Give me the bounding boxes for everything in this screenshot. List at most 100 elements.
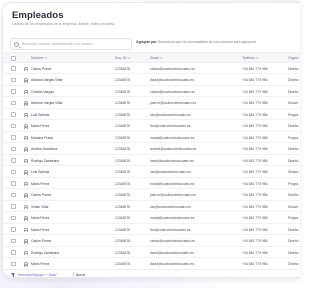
table-row[interactable]: Mario Perez 12345678 david@cuatrocientocua… [3, 259, 300, 270]
table-row[interactable]: Mario Perez 12345678 fior@cuatrocientocuat… [3, 121, 300, 132]
row-checkbox[interactable] [11, 204, 16, 209]
cell-name: Mario Perez [31, 216, 50, 221]
row-checkbox[interactable] [11, 112, 16, 117]
cell-phone: +34 681 770 956 [242, 204, 268, 209]
person-icon [23, 112, 29, 118]
cell-phone: +34 681 770 956 [242, 181, 268, 186]
cell-name: Carlos Ponce [31, 239, 52, 244]
cell-name: Luis Salinas [31, 170, 50, 175]
row-checkbox[interactable] [11, 215, 16, 220]
cell-org: Diseño [288, 78, 299, 83]
row-checkbox[interactable] [11, 250, 16, 255]
cell-doc-id: 12345678 [115, 78, 131, 83]
table-row[interactable]: Mario Perez 12345678 maria@cuatrocientocua… [3, 213, 300, 224]
cell-doc-id: 12345678 [115, 147, 131, 152]
table-row[interactable]: Rodrigo Zambrano 12345678 david@cuatrocien… [3, 155, 300, 166]
table-row[interactable]: Vivian Villar 12345678 luis@cuatrocientocu… [3, 201, 300, 212]
column-header-org[interactable]: Organi [288, 56, 299, 60]
cell-org: Progra. [288, 135, 300, 140]
cell-email: luis@cuatrocientocuatro.es [150, 112, 191, 117]
cell-phone: +34 681 770 956 [242, 170, 268, 175]
cell-name: Rodrigo Zambrano [31, 158, 60, 163]
row-checkbox[interactable] [11, 169, 16, 174]
cell-email: david@cuatrocientocuatro.es [150, 262, 194, 267]
cell-doc-id: 12345678 [115, 193, 131, 198]
cell-email: maria@cuatrocientocuatro.es [150, 181, 195, 186]
row-checkbox[interactable] [11, 66, 16, 71]
cell-doc-id: 12345678 [115, 181, 131, 186]
cell-name: Mariana Prado [31, 135, 54, 140]
person-icon [23, 78, 29, 83]
row-checkbox[interactable] [11, 77, 16, 82]
cell-phone: +34 681 770 956 [242, 124, 268, 129]
cell-phone: +34 681 770 956 [242, 89, 268, 94]
person-icon [23, 239, 29, 244]
cell-email: carlos@cuatrocientocuatro.es [150, 239, 195, 244]
cell-email: carlos@cuatrocientocuatro.es [150, 89, 195, 94]
cell-doc-id: 12345678 [115, 227, 131, 232]
cell-name: Rodrigo Zambrano [31, 250, 60, 255]
table-row[interactable]: Carlos Ponce 12345678 carlos@cuatrocientoc… [3, 63, 300, 74]
cell-email: maria@cuatrocientocuatro.es [150, 216, 195, 221]
cell-org: Diseño [288, 250, 299, 255]
table-row[interactable]: Mario Perez 12345678 fior@cuatrocientocuat… [3, 224, 300, 235]
cell-name: Carlos Ponce [31, 193, 52, 198]
toolbar: Agrupar por Selecciona aquí la columna/t… [10, 38, 300, 50]
column-header-name[interactable]: Nombre⇅ [31, 56, 47, 60]
person-icon [23, 193, 29, 198]
table-row[interactable]: Luis Salinas 12345678 luis@cuatrocientocua… [3, 109, 300, 120]
row-checkbox[interactable] [11, 123, 16, 128]
cell-phone: +34 681 770 956 [242, 239, 268, 244]
cell-phone: +34 681 770 956 [242, 66, 268, 71]
cell-org: Diseño [288, 89, 299, 94]
clear-filter-button[interactable]: Borrar [76, 273, 85, 277]
cell-phone: +34 681 770 956 [242, 250, 268, 255]
person-icon [23, 135, 29, 141]
row-checkbox[interactable] [11, 100, 16, 105]
row-checkbox[interactable] [11, 135, 16, 140]
column-header-phone[interactable]: Teléfono⇅ [242, 56, 259, 60]
table-row[interactable]: Adriana Vargas Villar 12345678 juan.m@cuat… [3, 98, 300, 109]
group-by-drop-hint[interactable]: Selecciona aquí la columna/tabla de una … [158, 40, 256, 44]
column-header-email[interactable]: Email⇅ [150, 56, 162, 60]
active-filter-chip[interactable]: Dirección/Equipo = "Juan" [18, 273, 57, 277]
cell-name: Carlos Ponce [31, 66, 52, 71]
table-row[interactable]: Luis Salinas 12345678 luis@cuatrocientocua… [3, 167, 300, 178]
table-row[interactable]: Cristian Vargas 12345678 carlos@cuatrocien… [3, 86, 300, 97]
cell-doc-id: 12345678 [115, 239, 131, 244]
row-checkbox[interactable] [11, 89, 16, 94]
row-checkbox[interactable] [11, 192, 16, 197]
cell-name: Vivian Villar [31, 204, 49, 209]
column-header-doc[interactable]: Doc. ID⇅ [115, 56, 130, 60]
table-row[interactable]: Mariana Prado 12345678 maria@cuatrocientoc… [3, 132, 300, 143]
select-all-checkbox[interactable] [11, 56, 16, 61]
person-icon [23, 170, 29, 175]
table-row[interactable]: Andrés Arambura 12345678 andres@cuatrocien… [3, 144, 300, 155]
cell-doc-id: 12345678 [115, 170, 131, 175]
cell-phone: +34 681 770 956 [242, 193, 268, 198]
table-row[interactable]: Adriana Vargas Villar 12345678 david@cuatr… [3, 75, 300, 86]
cell-name: Mario Perez [31, 124, 50, 129]
row-checkbox[interactable] [11, 261, 16, 266]
cell-name: Mario Perez [31, 181, 50, 186]
cell-email: david@cuatrocientocuatro.es [150, 158, 194, 163]
cell-doc-id: 12345678 [115, 89, 131, 94]
cell-doc-id: 12345678 [115, 262, 131, 267]
cell-doc-id: 12345678 [115, 250, 131, 255]
row-checkbox[interactable] [11, 181, 16, 186]
table-row[interactable]: Carlos Ponce 12345678 juan.m@cuatrocientoc… [3, 190, 300, 201]
row-checkbox[interactable] [11, 158, 16, 163]
search-input[interactable] [22, 40, 130, 48]
table-row[interactable]: Mario Perez 12345678 maria@cuatrocientocua… [3, 178, 300, 189]
filter-footer: Dirección/Equipo = "Juan" Borrar [3, 269, 300, 277]
row-checkbox[interactable] [11, 146, 16, 151]
cell-doc-id: 12345678 [115, 112, 131, 117]
search-box[interactable] [10, 38, 132, 50]
table-row[interactable]: Carlos Ponce 12345678 carlos@cuatrocientoc… [3, 236, 300, 247]
person-icon [23, 158, 29, 164]
page-title: Empleados [12, 10, 64, 21]
table-row[interactable]: Rodrigo Zambrano 12345678 david@cuatrocien… [3, 247, 300, 258]
cell-org: Diseño [288, 147, 299, 152]
row-checkbox[interactable] [11, 227, 16, 232]
row-checkbox[interactable] [11, 238, 16, 243]
